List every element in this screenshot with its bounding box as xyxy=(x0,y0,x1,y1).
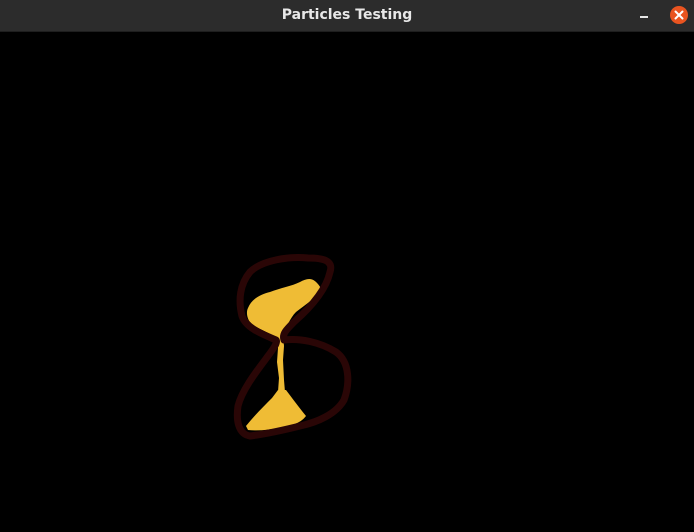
minimize-button[interactable] xyxy=(633,5,655,25)
particle-canvas[interactable] xyxy=(0,32,694,532)
hourglass-drawing xyxy=(233,254,352,440)
close-icon xyxy=(674,10,684,20)
close-button[interactable] xyxy=(670,6,688,24)
title-bar[interactable]: Particles Testing xyxy=(0,0,694,32)
app-window: Particles Testing xyxy=(0,0,694,532)
minimize-icon xyxy=(640,16,648,18)
window-title: Particles Testing xyxy=(281,7,413,23)
